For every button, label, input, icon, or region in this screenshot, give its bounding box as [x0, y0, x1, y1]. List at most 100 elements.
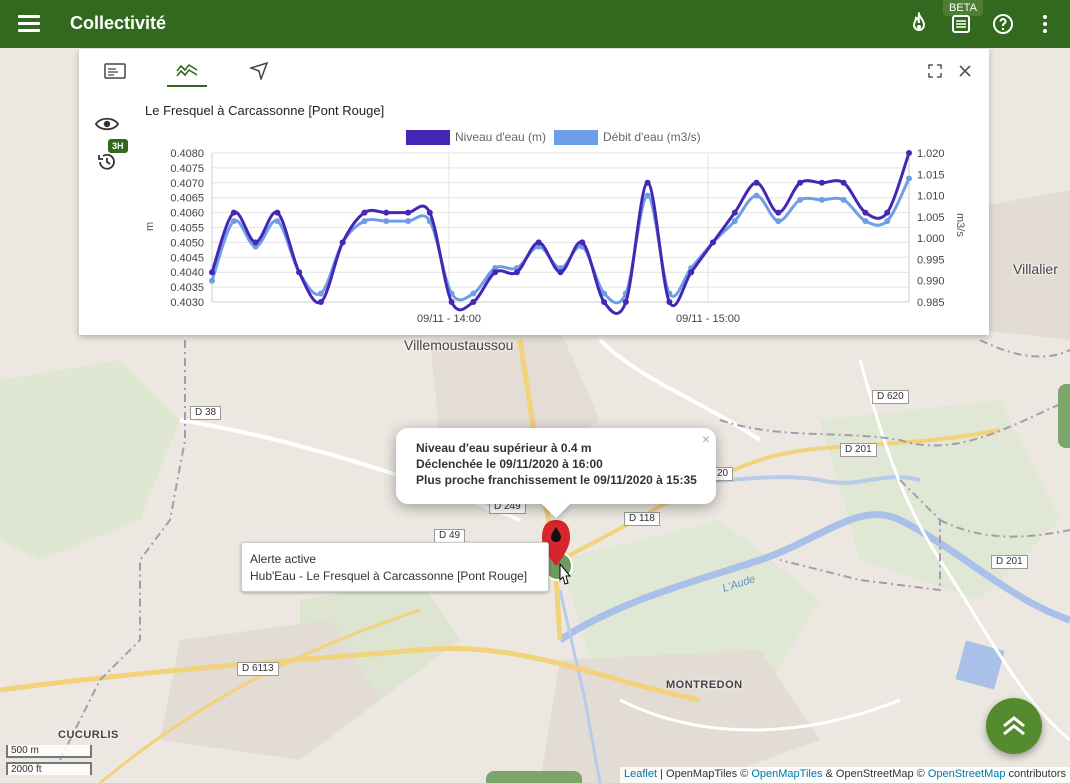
data-point	[884, 209, 891, 216]
menu-icon[interactable]	[18, 14, 40, 32]
report-icon[interactable]	[949, 12, 973, 36]
help-icon[interactable]	[991, 12, 1015, 36]
expand-fab[interactable]	[986, 698, 1042, 754]
y-tick-right: 1.015	[917, 169, 945, 181]
legend-swatch	[406, 130, 450, 145]
tooltip-station: Hub'Eau - Le Fresquel à Carcassonne [Pon…	[250, 569, 528, 583]
data-point	[906, 175, 912, 182]
place-villemoustaussou: Villemoustaussou	[404, 337, 514, 353]
y-tick-left: 0.4050	[170, 237, 204, 249]
road-label: D 201	[991, 555, 1028, 569]
chevrons-up-icon	[1003, 716, 1025, 736]
data-point	[579, 239, 586, 246]
data-point	[775, 218, 782, 225]
popup-close-button[interactable]: ×	[702, 431, 710, 447]
alert-popup: × Niveau d'eau supérieur à 0.4 m Déclenc…	[396, 428, 716, 519]
map-attribution: Leaflet | OpenMapTiles © OpenMapTiles & …	[620, 767, 1070, 783]
data-point	[470, 299, 477, 305]
data-point	[884, 218, 891, 225]
legend-label: Niveau d'eau (m)	[455, 130, 546, 144]
series-line	[210, 152, 911, 315]
y-axis-label-left: m	[144, 222, 156, 231]
data-point	[448, 299, 455, 305]
data-point	[557, 269, 564, 276]
data-point	[361, 209, 368, 216]
data-point	[731, 209, 738, 216]
data-point	[797, 196, 804, 203]
data-point	[317, 290, 324, 297]
y-tick-left: 0.4040	[170, 267, 204, 279]
data-point	[840, 179, 847, 186]
data-point	[426, 209, 433, 216]
data-point	[252, 239, 259, 246]
scale-metric: 500 m	[6, 745, 92, 758]
bottom-drawer-handle[interactable]	[486, 771, 582, 783]
app-title: Collectivité	[70, 13, 167, 33]
data-point	[862, 209, 869, 216]
data-point	[666, 299, 673, 305]
water-level-chart: Niveau d'eau (m) Débit d'eau (m3/s) 0.408…	[144, 130, 966, 325]
chart-panel: Le Fresquel à Carcassonne [Pont Rouge] N…	[79, 49, 989, 335]
y-axis-label-right: m3/s	[954, 213, 966, 237]
legend-swatch	[554, 130, 598, 145]
attribution-text: contributors	[1005, 768, 1066, 780]
data-point	[361, 218, 368, 225]
openmaptiles-link[interactable]: OpenMapTiles	[751, 768, 822, 780]
data-point	[775, 209, 782, 216]
attribution-text: | OpenMapTiles ©	[657, 768, 752, 780]
data-point	[818, 179, 825, 186]
data-point	[644, 179, 651, 186]
road-label: D 118	[624, 512, 660, 526]
y-tick-left: 0.4070	[170, 178, 204, 190]
data-point	[818, 196, 825, 203]
history-3h-badge: 3H	[108, 139, 128, 153]
data-point	[753, 179, 760, 186]
data-point	[317, 299, 324, 305]
y-tick-left: 0.4055	[170, 223, 204, 235]
leaflet-link[interactable]: Leaflet	[624, 768, 657, 780]
attribution-text: & OpenStreetMap ©	[822, 768, 928, 780]
data-point	[709, 239, 716, 246]
data-point	[906, 150, 912, 156]
y-tick-right: 0.990	[917, 276, 945, 288]
y-tick-left: 0.4060	[170, 208, 204, 220]
data-point	[209, 269, 215, 276]
y-tick-left: 0.4030	[170, 297, 204, 309]
osm-link[interactable]: OpenStreetMap	[928, 768, 1006, 780]
legend-label: Débit d'eau (m3/s)	[603, 130, 701, 144]
more-vert-icon[interactable]	[1033, 12, 1057, 36]
place-villalier: Villalier	[1013, 261, 1058, 277]
x-tick: 09/11 - 14:00	[417, 313, 481, 325]
app-bar: Collectivité BETA	[0, 0, 1070, 48]
y-tick-left: 0.4075	[170, 163, 204, 175]
tooltip-title: Alerte active	[250, 552, 317, 566]
flame-icon[interactable]	[907, 10, 931, 36]
data-point	[470, 290, 477, 297]
data-point	[209, 277, 215, 284]
data-point	[513, 269, 520, 276]
road-label: D 6113	[237, 662, 279, 676]
marker-tooltip: Alerte active Hub'Eau - Le Fresquel à Ca…	[241, 542, 549, 592]
y-tick-right: 1.020	[917, 148, 945, 160]
data-point	[230, 218, 237, 225]
data-point	[339, 239, 346, 246]
y-tick-left: 0.4065	[170, 193, 204, 205]
data-point	[601, 299, 608, 305]
road-label: D 38	[190, 406, 222, 420]
road-label: D 201	[840, 443, 877, 457]
series-line	[210, 177, 911, 305]
data-point	[405, 218, 412, 225]
side-drawer-handle[interactable]	[1058, 384, 1070, 448]
data-point	[535, 239, 542, 246]
data-point	[274, 218, 281, 225]
alert-crossing: Plus proche franchissement le 09/11/2020…	[416, 473, 697, 487]
data-point	[622, 299, 629, 305]
alert-threshold: Niveau d'eau supérieur à 0.4 m	[416, 441, 592, 455]
data-point	[753, 192, 760, 199]
y-tick-right: 1.010	[917, 191, 945, 203]
y-tick-right: 0.995	[917, 254, 945, 266]
data-point	[644, 192, 651, 199]
data-point	[230, 209, 237, 216]
data-point	[840, 196, 847, 203]
y-tick-right: 1.000	[917, 233, 945, 245]
